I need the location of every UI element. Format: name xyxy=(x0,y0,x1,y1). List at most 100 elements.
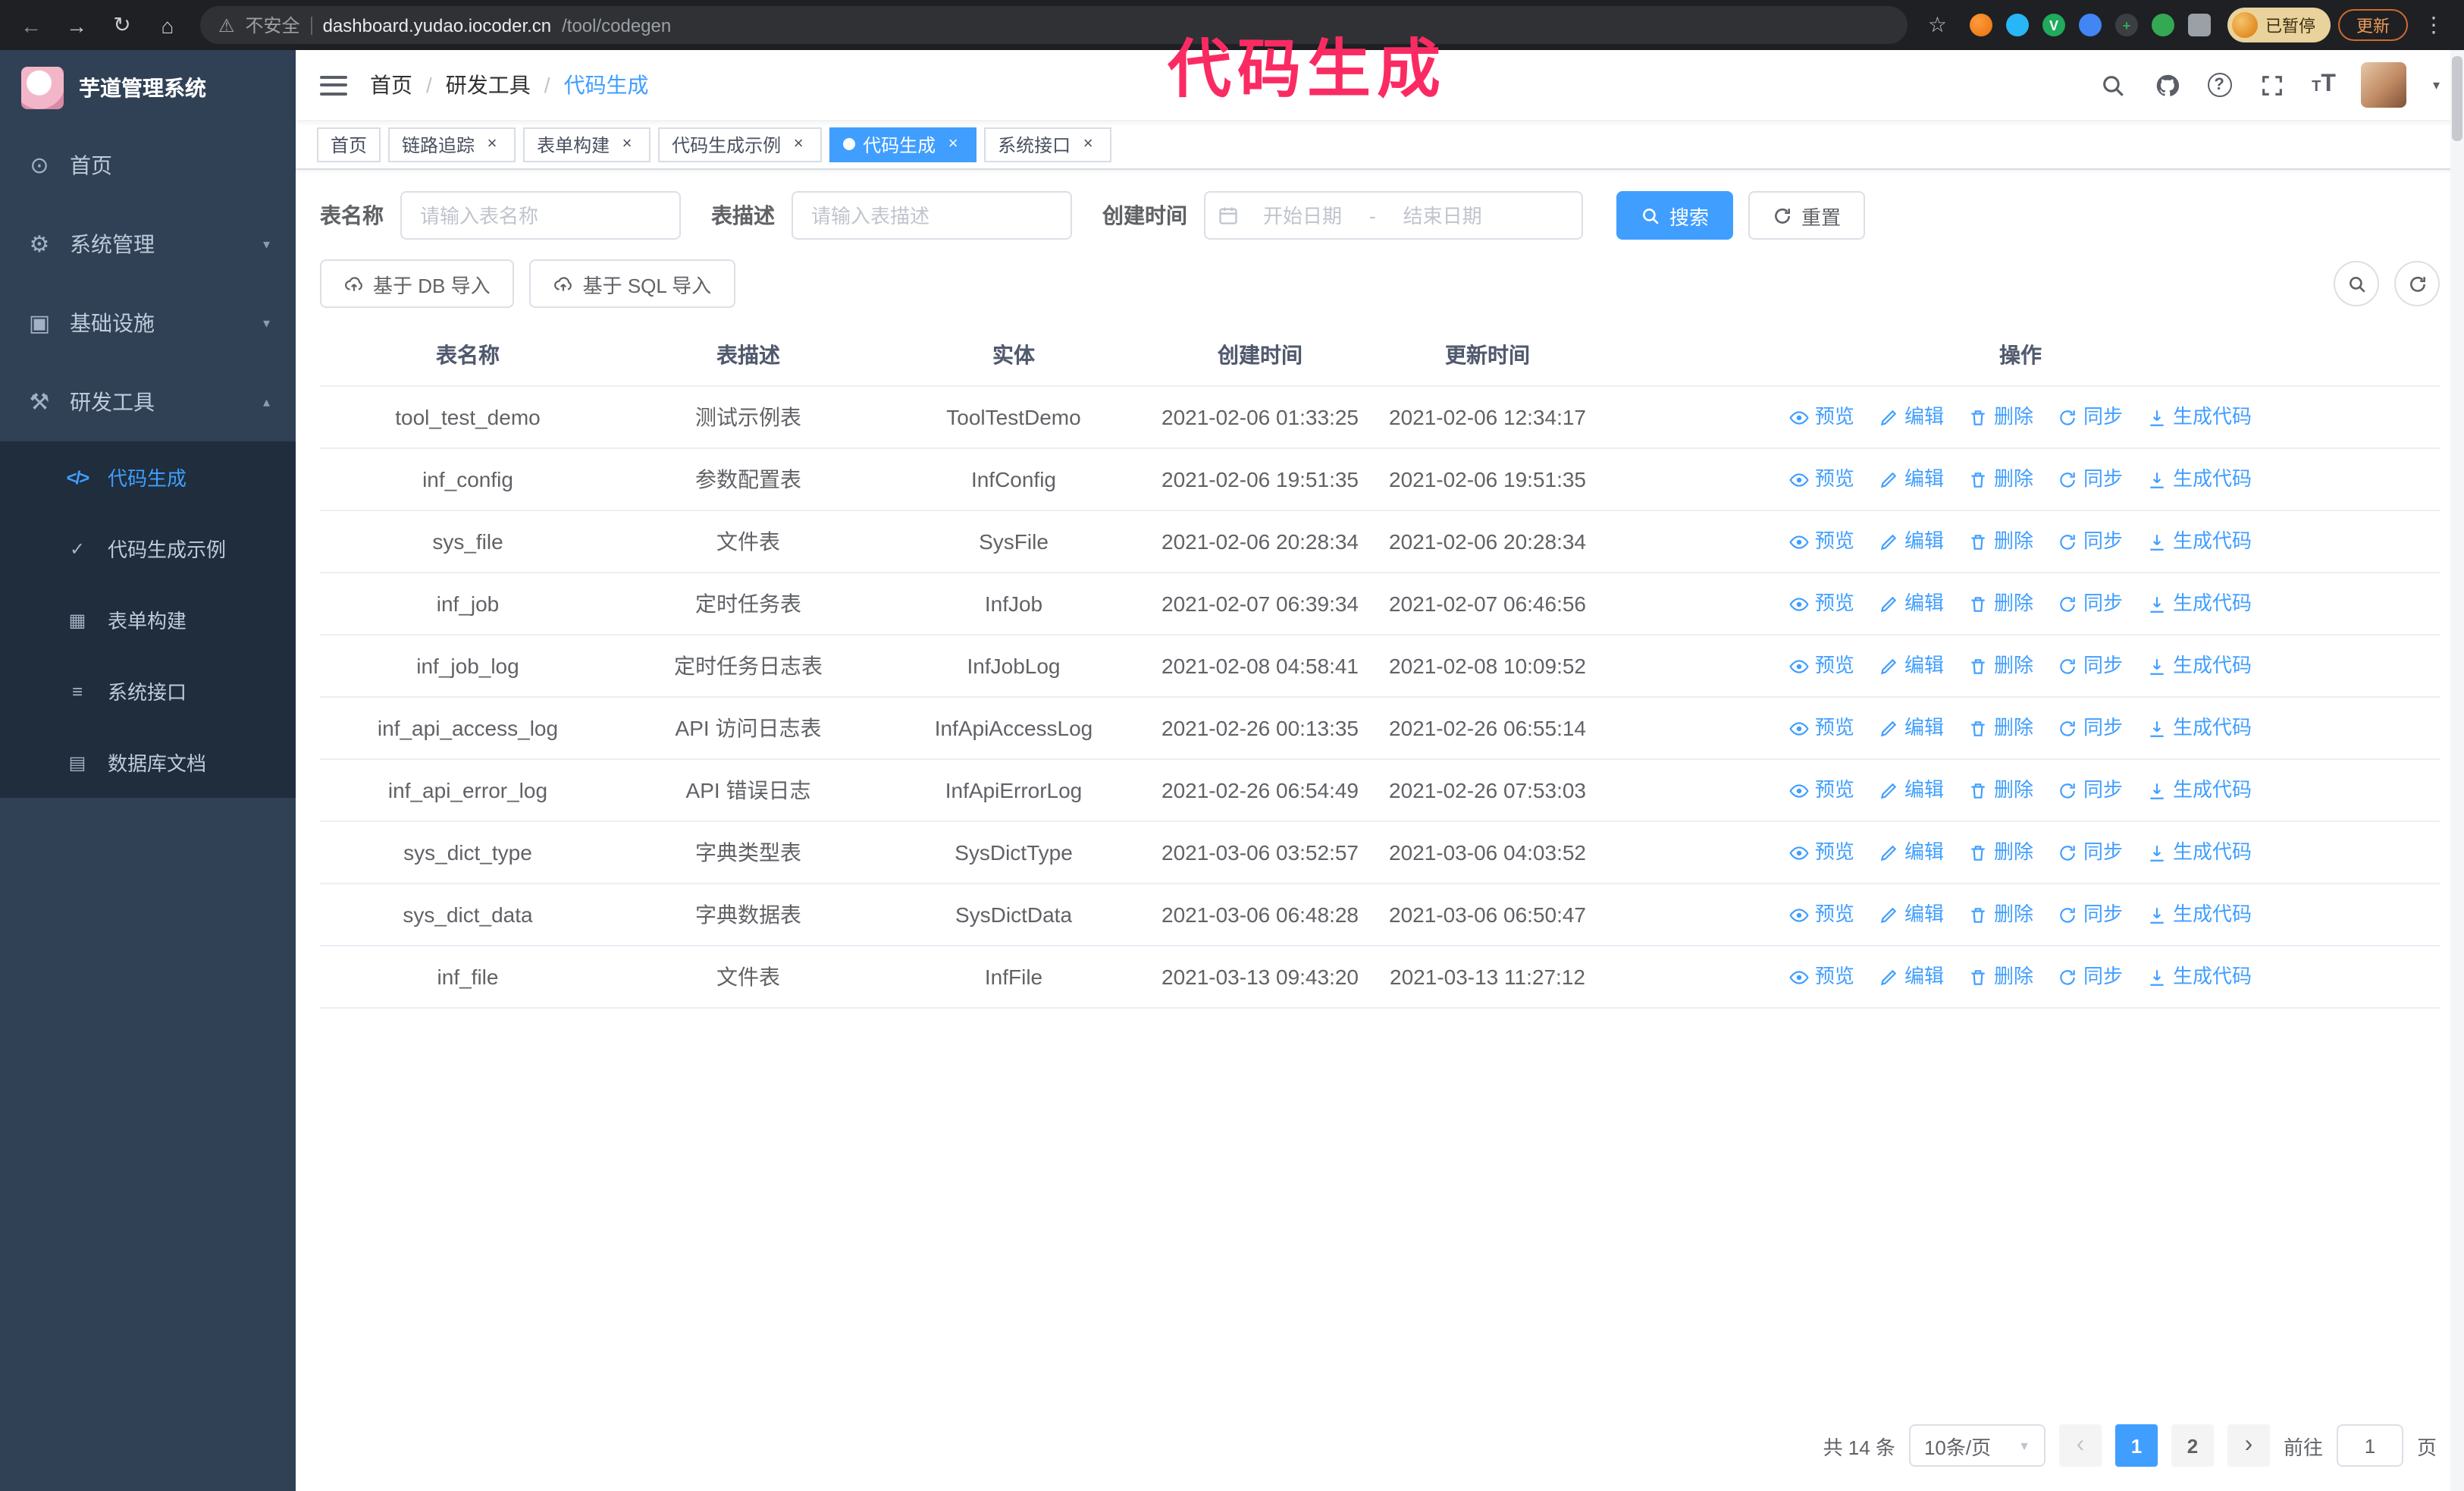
edit-link[interactable]: 编辑 xyxy=(1879,463,1944,496)
sidebar-item-system[interactable]: ⚙ 系统管理 ▾ xyxy=(0,205,296,284)
generate-code-link[interactable]: 生成代码 xyxy=(2147,836,2252,869)
sync-link[interactable]: 同步 xyxy=(2058,836,2123,869)
extension-icon[interactable] xyxy=(2152,14,2174,36)
sync-link[interactable]: 同步 xyxy=(2058,898,2123,931)
edit-link[interactable]: 编辑 xyxy=(1879,836,1944,869)
delete-link[interactable]: 删除 xyxy=(1968,960,2033,993)
sync-link[interactable]: 同步 xyxy=(2058,400,2123,434)
create-time-range-picker[interactable]: - xyxy=(1204,191,1583,240)
search-icon[interactable] xyxy=(2098,71,2127,99)
next-page-button[interactable]: › xyxy=(2227,1424,2270,1467)
generate-code-link[interactable]: 生成代码 xyxy=(2147,525,2252,558)
extension-icon[interactable]: + xyxy=(2115,14,2138,36)
sidebar-item-codegen-example[interactable]: ✓ 代码生成示例 xyxy=(0,513,296,584)
table-desc-input[interactable] xyxy=(792,191,1072,240)
preview-link[interactable]: 预览 xyxy=(1789,400,1854,434)
sync-link[interactable]: 同步 xyxy=(2058,711,2123,745)
breadcrumb-home[interactable]: 首页 xyxy=(370,70,412,100)
close-icon[interactable]: × xyxy=(1078,134,1098,154)
generate-code-link[interactable]: 生成代码 xyxy=(2147,960,2252,993)
sidebar-item-form-builder[interactable]: ▦ 表单构建 xyxy=(0,584,296,655)
user-avatar[interactable] xyxy=(2361,62,2407,108)
help-icon[interactable]: ? xyxy=(2207,73,2232,97)
edit-link[interactable]: 编辑 xyxy=(1879,400,1944,434)
preview-link[interactable]: 预览 xyxy=(1789,525,1854,558)
profile-sync-paused-chip[interactable]: 已暂停 xyxy=(2227,8,2331,42)
extension-icon[interactable]: V xyxy=(2042,14,2065,36)
home-icon[interactable]: ⌂ xyxy=(149,6,187,44)
chevron-down-icon[interactable]: ▾ xyxy=(2433,77,2440,93)
close-icon[interactable]: × xyxy=(788,134,808,154)
tab-codegen-example[interactable]: 代码生成示例 × xyxy=(658,127,823,162)
preview-link[interactable]: 预览 xyxy=(1789,960,1854,993)
edit-link[interactable]: 编辑 xyxy=(1879,898,1944,931)
generate-code-link[interactable]: 生成代码 xyxy=(2147,711,2252,745)
tab-form-builder[interactable]: 表单构建 × xyxy=(523,127,651,162)
tab-system-api[interactable]: 系统接口 × xyxy=(984,127,1112,162)
delete-link[interactable]: 删除 xyxy=(1968,711,2033,745)
preview-link[interactable]: 预览 xyxy=(1789,774,1854,807)
back-icon[interactable]: ← xyxy=(12,6,50,44)
preview-link[interactable]: 预览 xyxy=(1789,463,1854,496)
generate-code-link[interactable]: 生成代码 xyxy=(2147,400,2252,434)
sync-link[interactable]: 同步 xyxy=(2058,774,2123,807)
close-icon[interactable]: × xyxy=(943,134,963,154)
breadcrumb-devtools[interactable]: 研发工具 xyxy=(446,70,531,100)
search-button[interactable]: 搜索 xyxy=(1616,191,1734,240)
github-icon[interactable] xyxy=(2152,71,2181,99)
delete-link[interactable]: 删除 xyxy=(1968,898,2033,931)
extension-icon[interactable] xyxy=(2079,14,2102,36)
close-icon[interactable]: × xyxy=(482,134,502,154)
extensions-puzzle-icon[interactable] xyxy=(2188,14,2211,36)
preview-link[interactable]: 预览 xyxy=(1789,898,1854,931)
browser-menu-icon[interactable]: ⋮ xyxy=(2415,12,2452,38)
start-date-input[interactable] xyxy=(1242,204,1363,227)
table-name-input[interactable] xyxy=(400,191,681,240)
fullscreen-icon[interactable] xyxy=(2257,71,2286,99)
show-search-toggle-button[interactable] xyxy=(2334,261,2379,306)
goto-page-input[interactable] xyxy=(2336,1424,2403,1467)
generate-code-link[interactable]: 生成代码 xyxy=(2147,774,2252,807)
url-bar[interactable]: ⚠ 不安全 dashboard.yudao.iocoder.cn/tool/co… xyxy=(200,6,1908,44)
generate-code-link[interactable]: 生成代码 xyxy=(2147,898,2252,931)
sidebar-item-system-api[interactable]: ≡ 系统接口 xyxy=(0,655,296,727)
delete-link[interactable]: 删除 xyxy=(1968,587,2033,620)
app-logo[interactable]: 芋道管理系统 xyxy=(0,50,296,126)
font-size-icon[interactable]: TT xyxy=(2312,71,2336,99)
prev-page-button[interactable]: ‹ xyxy=(2058,1424,2102,1467)
sidebar-item-devtools[interactable]: ⚒ 研发工具 ▴ xyxy=(0,363,296,441)
sidebar-item-infra[interactable]: ▣ 基础设施 ▾ xyxy=(0,284,296,363)
delete-link[interactable]: 删除 xyxy=(1968,463,2033,496)
tab-home[interactable]: 首页 xyxy=(317,127,381,162)
edit-link[interactable]: 编辑 xyxy=(1879,649,1944,683)
delete-link[interactable]: 删除 xyxy=(1968,649,2033,683)
sync-link[interactable]: 同步 xyxy=(2058,587,2123,620)
generate-code-link[interactable]: 生成代码 xyxy=(2147,463,2252,496)
bookmark-star-icon[interactable]: ☆ xyxy=(1922,12,1953,38)
edit-link[interactable]: 编辑 xyxy=(1879,525,1944,558)
edit-link[interactable]: 编辑 xyxy=(1879,774,1944,807)
tab-trace[interactable]: 链路追踪 × xyxy=(388,127,516,162)
preview-link[interactable]: 预览 xyxy=(1789,587,1854,620)
delete-link[interactable]: 删除 xyxy=(1968,836,2033,869)
sync-link[interactable]: 同步 xyxy=(2058,463,2123,496)
extension-icon[interactable] xyxy=(2006,14,2029,36)
browser-update-button[interactable]: 更新 xyxy=(2338,9,2408,41)
tab-codegen[interactable]: 代码生成 × xyxy=(829,127,977,162)
close-icon[interactable]: × xyxy=(617,134,637,154)
scrollbar-thumb[interactable] xyxy=(2452,56,2462,141)
generate-code-link[interactable]: 生成代码 xyxy=(2147,649,2252,683)
preview-link[interactable]: 预览 xyxy=(1789,711,1854,745)
reload-icon[interactable]: ↻ xyxy=(103,6,141,44)
sync-link[interactable]: 同步 xyxy=(2058,649,2123,683)
preview-link[interactable]: 预览 xyxy=(1789,649,1854,683)
refresh-table-button[interactable] xyxy=(2394,261,2440,306)
scrollbar-track[interactable] xyxy=(2450,50,2464,1491)
end-date-input[interactable] xyxy=(1381,204,1503,227)
delete-link[interactable]: 删除 xyxy=(1968,774,2033,807)
reset-button[interactable]: 重置 xyxy=(1748,191,1866,240)
preview-link[interactable]: 预览 xyxy=(1789,836,1854,869)
extension-icon[interactable] xyxy=(1970,14,1992,36)
edit-link[interactable]: 编辑 xyxy=(1879,587,1944,620)
generate-code-link[interactable]: 生成代码 xyxy=(2147,587,2252,620)
